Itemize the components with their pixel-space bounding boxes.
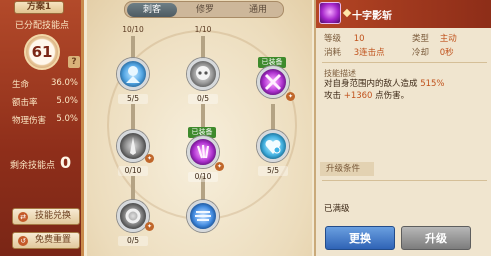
tab-shura[interactable]: 修罗 xyxy=(180,3,230,17)
remaining-points-value: 0 xyxy=(60,153,72,172)
stat-value: 36.0% xyxy=(50,78,78,88)
crystal-icon xyxy=(126,66,140,83)
upgrade-icon: ✦ xyxy=(145,222,154,231)
cooldown-value: 0秒 xyxy=(439,48,454,58)
class-tabs: 刺客 修罗 通用 xyxy=(124,1,284,18)
skill-node-claw[interactable] xyxy=(187,136,219,168)
tree-line xyxy=(271,104,275,130)
diamond-icon xyxy=(342,8,352,18)
stat-value: 5.0% xyxy=(56,114,78,124)
heart-icon xyxy=(265,139,281,154)
skill-exchange-button[interactable]: ⇄ 技能兑换 xyxy=(12,208,80,225)
cost-label: 消耗 xyxy=(324,48,342,58)
stat-label: 额击率 xyxy=(12,98,38,108)
divider xyxy=(322,62,487,63)
skill-detail-panel: 十字影斩 等级 10 类型 主动 消耗 3连击点 冷却 0秒 技能描述 对自身范… xyxy=(314,0,491,256)
free-reset-label: 免费重置 xyxy=(35,235,72,245)
upgrade-button[interactable]: 升级 xyxy=(401,226,471,250)
skull-icon xyxy=(196,66,210,80)
skill-level-row: 等级 10 xyxy=(324,32,365,44)
skill-name: 十字影斩 xyxy=(352,11,392,22)
node-level: 0/5 xyxy=(118,236,148,246)
spin-icon xyxy=(125,208,141,224)
skill-description: 对自身范围内的敌人造成 515% 攻击 +1360 点伤害。 xyxy=(324,78,484,102)
desc-text: 攻击 xyxy=(324,91,344,101)
blade-icon xyxy=(130,137,136,155)
exchange-icon: ⇄ xyxy=(18,212,28,222)
node-level: 0/5 xyxy=(188,94,218,104)
desc-text: 对自身范围内的敌人造成 xyxy=(324,79,421,89)
remaining-points-label: 剩余技能点 xyxy=(10,161,56,171)
upgrade-condition-label: 升级条件 xyxy=(320,162,374,176)
tab-assassin[interactable]: 刺客 xyxy=(127,3,177,17)
free-reset-button[interactable]: ↺ 免费重置 xyxy=(12,232,80,249)
allocated-points-value: 61 xyxy=(24,34,60,70)
node-level: 5/5 xyxy=(258,166,288,176)
node-level: 0/10 xyxy=(188,172,218,182)
reset-icon: ↺ xyxy=(18,236,28,246)
stat-value: 5.0% xyxy=(56,96,78,106)
wind-icon xyxy=(195,211,211,221)
cost-value: 3连击点 xyxy=(353,48,385,58)
swap-button[interactable]: 更换 xyxy=(325,226,395,250)
stat-row-phys: 物理伤害 5.0% xyxy=(12,114,78,127)
divider xyxy=(322,180,487,181)
skill-tree-panel: 刺客 修罗 通用 10/10 1/10 5/5 0/5 已装备 ✦ ✦ 0/10… xyxy=(87,0,312,256)
node-level: 0/10 xyxy=(118,166,148,176)
skill-cost-row: 消耗 3连击点 xyxy=(324,46,385,58)
skill-node-crystal[interactable] xyxy=(117,58,149,90)
skill-exchange-label: 技能兑换 xyxy=(35,211,72,221)
desc-highlight: 515% xyxy=(420,79,445,89)
upgrade-icon: ✦ xyxy=(286,92,295,101)
cooldown-label: 冷却 xyxy=(412,48,430,58)
skill-screen: 方案1 已分配技能点 61 ? 生命 36.0% 额击率 5.0% 物理伤害 5… xyxy=(0,0,491,256)
node-level-label: 1/10 xyxy=(194,25,212,34)
tree-line xyxy=(131,176,135,200)
skill-cooldown-row: 冷却 0秒 xyxy=(412,46,454,58)
stat-row-crit: 额击率 5.0% xyxy=(12,96,78,109)
skill-node-cross-slash[interactable] xyxy=(257,66,289,98)
tree-line xyxy=(131,104,135,130)
cross-slash-icon xyxy=(264,73,282,91)
node-level-label: 10/10 xyxy=(122,25,144,34)
skill-node-wind[interactable] xyxy=(187,200,219,232)
cross-slash-icon xyxy=(319,2,341,24)
claw-icon xyxy=(196,144,210,159)
stat-label: 生命 xyxy=(12,80,30,90)
desc-text: 点伤害。 xyxy=(372,91,410,101)
skill-type-row: 类型 主动 xyxy=(412,32,457,44)
left-stats-panel: 方案1 已分配技能点 61 ? 生命 36.0% 额击率 5.0% 物理伤害 5… xyxy=(0,0,84,256)
upgrade-icon: ✦ xyxy=(145,154,154,163)
tree-line xyxy=(131,36,135,60)
type-value: 主动 xyxy=(439,34,457,44)
desc-highlight: +1360 xyxy=(343,91,373,101)
allocated-points-label: 已分配技能点 xyxy=(14,21,69,31)
help-icon[interactable]: ? xyxy=(68,56,80,68)
skill-node-heart[interactable] xyxy=(257,130,289,162)
stat-row-hp: 生命 36.0% xyxy=(12,78,78,91)
tab-general[interactable]: 通用 xyxy=(233,3,283,17)
plan-selector[interactable]: 方案1 xyxy=(14,1,64,14)
level-label: 等级 xyxy=(324,34,342,44)
node-level: 5/5 xyxy=(118,94,148,104)
max-level-text: 已满级 xyxy=(324,204,350,214)
level-value: 10 xyxy=(353,34,365,44)
type-label: 类型 xyxy=(412,34,430,44)
skill-node-skull[interactable] xyxy=(187,58,219,90)
upgrade-icon: ✦ xyxy=(215,162,224,171)
skill-header: 十字影斩 xyxy=(316,0,491,28)
stat-label: 物理伤害 xyxy=(12,116,47,126)
tree-line xyxy=(201,36,205,60)
